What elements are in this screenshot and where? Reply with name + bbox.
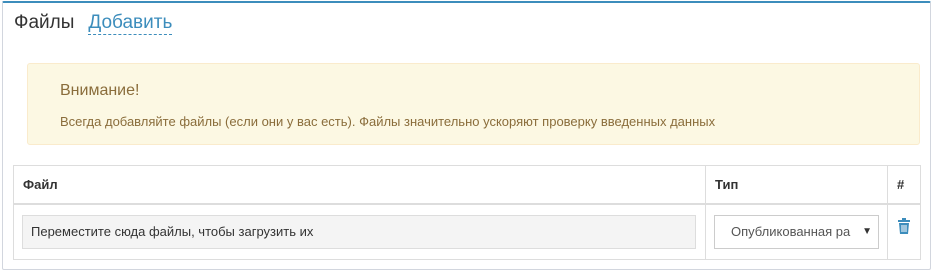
table-row: Переместите сюда файлы, чтобы загрузить … [13, 203, 921, 260]
files-table: Файл Тип # Переместите сюда файлы, чтобы… [13, 165, 921, 260]
page-title: Файлы [14, 12, 75, 33]
action-cell [887, 203, 921, 260]
table-header-row: Файл Тип # [13, 165, 921, 205]
column-header-file: Файл [13, 165, 706, 205]
column-header-actions: # [887, 165, 921, 205]
alert-title: Внимание! [60, 82, 140, 99]
trash-icon[interactable] [897, 218, 911, 234]
column-header-type: Тип [705, 165, 888, 205]
caret-down-icon: ▼ [862, 226, 872, 237]
type-cell: Опубликованная ра ▼ [705, 203, 888, 260]
file-type-select[interactable]: Опубликованная ра ▼ [714, 215, 879, 249]
file-drop-zone[interactable]: Переместите сюда файлы, чтобы загрузить … [22, 215, 696, 249]
warning-alert: Внимание! Всегда добавляйте файлы (если … [27, 63, 920, 145]
alert-text: Всегда добавляйте файлы (если они у вас … [60, 114, 716, 129]
file-cell: Переместите сюда файлы, чтобы загрузить … [13, 203, 706, 260]
panel-header: Файлы Добавить [14, 12, 173, 35]
add-file-link[interactable]: Добавить [88, 12, 173, 35]
file-type-value: Опубликованная ра [731, 224, 851, 239]
